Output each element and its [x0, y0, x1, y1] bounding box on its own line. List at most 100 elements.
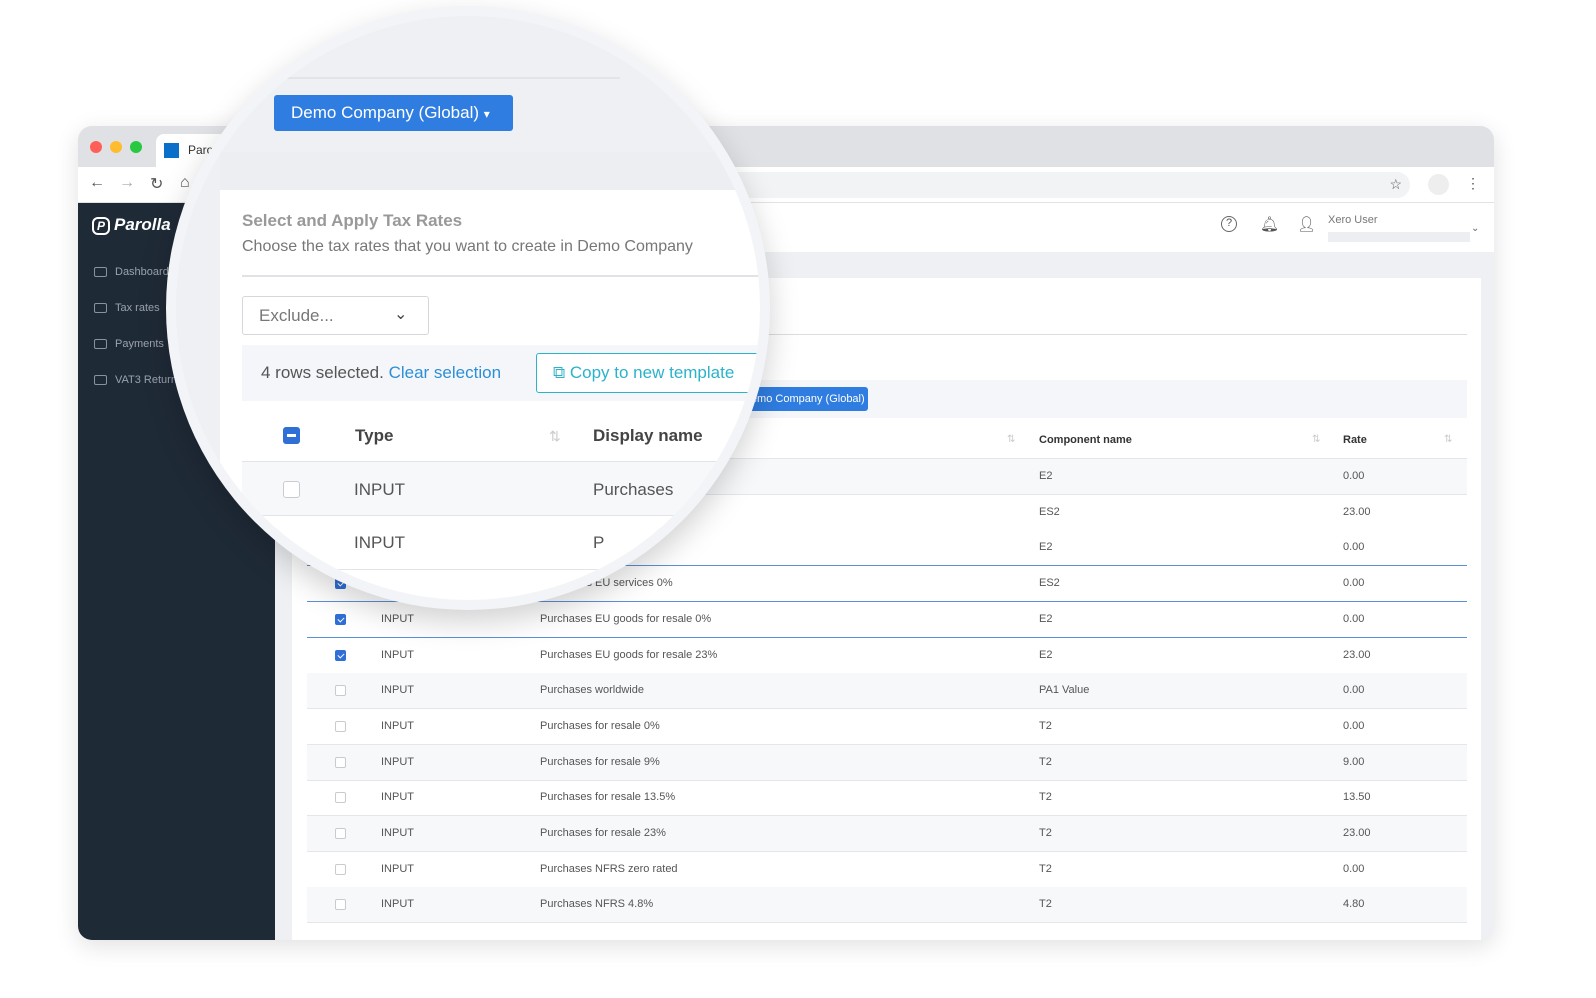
divider: [242, 275, 760, 277]
row-checkbox[interactable]: [335, 899, 346, 911]
table-row[interactable]: INPUT Purchases EU goods for resale 23% E2…: [307, 637, 1467, 674]
row-type: INPUT: [354, 480, 405, 499]
sidebar-item-label: VAT3 Returns: [115, 374, 183, 386]
row-type: INPUT: [381, 755, 414, 768]
copy-button-label: Copy to new template: [569, 363, 735, 382]
row-checkbox[interactable]: [335, 792, 346, 804]
row-type: INPUT: [381, 684, 414, 697]
row-rate: 13.50: [1343, 791, 1371, 804]
menu-icon[interactable]: ⋮: [1466, 175, 1480, 192]
copy-icon: ⧉: [553, 363, 566, 382]
company-button[interactable]: Demo Company (Global) ▾: [274, 95, 513, 131]
selection-count: 4 rows selected.: [261, 363, 384, 382]
sidebar-item-tax-rates[interactable]: Tax rates: [94, 302, 160, 314]
back-icon[interactable]: ←: [89, 174, 105, 192]
table-row[interactable]: INPUT Purchases NFRS zero rated T2 0.00: [307, 852, 1467, 888]
table-row[interactable]: INPUT Purchases EU goods for resale 0% E2 0…: [307, 601, 1467, 638]
row-rate: 23.00: [1343, 505, 1371, 518]
row-rate: 0.00: [1343, 541, 1365, 554]
select-all-checkbox[interactable]: [283, 427, 300, 444]
row-type: INPUT: [381, 612, 414, 625]
table-row[interactable]: INPUT Purchases for resale 13.5% T2 13.50: [307, 780, 1467, 817]
logo[interactable]: P Parolla: [92, 215, 171, 235]
forward-icon[interactable]: →: [119, 174, 135, 192]
table-row[interactable]: INPUT Purchases for resale 23% T2 23.00: [307, 816, 1467, 852]
table-row[interactable]: INPUT Purchases NFRS 4.8% T2 4.80: [307, 887, 1467, 924]
row-rate: 0.00: [1343, 862, 1365, 875]
reload-icon[interactable]: ↻: [150, 174, 163, 194]
row-display-name: Purchases worldwide: [540, 684, 644, 697]
close-window-button[interactable]: [90, 141, 102, 153]
user-icon[interactable]: 👤︎: [1297, 215, 1316, 233]
sidebar-item-label: Dashboard: [115, 266, 169, 278]
help-icon[interactable]: ?: [1221, 216, 1237, 232]
column-header-component-name[interactable]: Component name: [1039, 434, 1132, 446]
row-display-name: Purchases for resale 0%: [540, 719, 660, 732]
clear-selection-link[interactable]: Clear selection: [389, 363, 501, 382]
row-type: INPUT: [381, 827, 414, 839]
row-rate: 0.00: [1343, 612, 1365, 625]
profile-avatar[interactable]: [1428, 174, 1449, 195]
star-icon[interactable]: ☆: [1389, 176, 1402, 193]
row-checkbox[interactable]: [335, 828, 346, 839]
maximize-window-button[interactable]: [130, 141, 142, 153]
divider: [240, 77, 620, 79]
row-checkbox[interactable]: [335, 720, 346, 732]
row-component-name: T2: [1039, 827, 1052, 839]
page-title: Select and Apply Tax Rates: [242, 211, 463, 230]
cash-icon: [94, 339, 107, 349]
table-row[interactable]: INPUT Purchases worldwide PA1 Value 0.00: [307, 673, 1467, 710]
sort-icon[interactable]: ⇅: [1312, 434, 1320, 445]
monitor-icon: [94, 267, 107, 277]
row-checkbox[interactable]: [335, 863, 346, 875]
sidebar-item-label: Payments: [115, 338, 164, 350]
sidebar-item-vat3-returns[interactable]: VAT3 Returns: [94, 374, 182, 386]
row-rate: 0.00: [1343, 577, 1365, 590]
copy-to-template-button[interactable]: ⧉ Copy to new template: [536, 353, 760, 393]
row-type: INPUT: [354, 533, 405, 552]
table-row[interactable]: INPUT Purchases for resale 0% T2 0.00: [307, 709, 1467, 745]
sort-icon[interactable]: ⇅: [1444, 434, 1452, 445]
row-rate: 4.80: [1343, 898, 1365, 911]
company-button-label: Demo Company (Global): [291, 103, 480, 122]
row-display-name: Purchases for resale 13.5%: [540, 791, 676, 804]
sidebar-item-payments[interactable]: Payments: [94, 338, 164, 350]
row-component-name: E2: [1039, 612, 1053, 625]
row-component-name: T2: [1039, 862, 1052, 875]
table-row[interactable]: INPUT Purchases: [242, 461, 760, 516]
table-row[interactable]: INPUT P: [242, 516, 760, 570]
row-component-name: T2: [1039, 791, 1052, 804]
sort-icon[interactable]: ⇅: [549, 428, 561, 445]
row-checkbox[interactable]: [335, 613, 346, 625]
row-checkbox[interactable]: [335, 685, 346, 697]
bell-icon[interactable]: 🔔︎: [1260, 215, 1279, 233]
row-component-name: E2: [1039, 541, 1053, 554]
row-display-name: Purchases NFRS zero rated: [540, 862, 678, 875]
row-type: INPUT: [381, 898, 414, 911]
chevron-down-icon[interactable]: ⌄: [1471, 223, 1479, 234]
row-checkbox[interactable]: [283, 481, 300, 498]
row-display-name: Purchases EU goods for resale 23%: [540, 648, 718, 661]
row-display-name: Purchases for resale 9%: [540, 755, 660, 768]
column-header-type[interactable]: Type: [355, 426, 393, 446]
row-component-name: T2: [1039, 898, 1052, 911]
row-component-name: T2: [1039, 719, 1052, 732]
row-rate: 0.00: [1343, 470, 1365, 482]
row-rate: 23.00: [1343, 827, 1371, 839]
table-row[interactable]: INPUT Purchases for resale 9% T2 9.00: [307, 744, 1467, 781]
sort-icon[interactable]: ⇅: [1007, 434, 1015, 445]
row-display-name: Purchases: [593, 480, 674, 499]
sidebar-item-dashboard[interactable]: Dashboard: [94, 266, 169, 278]
band: [220, 152, 760, 190]
magnifier: Demo Company (Global) ▾ Select and Apply…: [176, 16, 760, 600]
minimize-window-button[interactable]: [110, 141, 122, 153]
row-checkbox[interactable]: [335, 756, 346, 768]
row-rate: 0.00: [1343, 719, 1365, 732]
exclude-dropdown[interactable]: Exclude... ⌄: [242, 296, 429, 335]
column-header-rate[interactable]: Rate: [1343, 434, 1367, 446]
row-checkbox[interactable]: [335, 649, 346, 661]
row-type: INPUT: [381, 719, 414, 732]
row-component-name: ES2: [1039, 577, 1060, 590]
column-header-display-name[interactable]: Display name: [593, 426, 703, 446]
user-name[interactable]: Xero User: [1328, 214, 1378, 226]
